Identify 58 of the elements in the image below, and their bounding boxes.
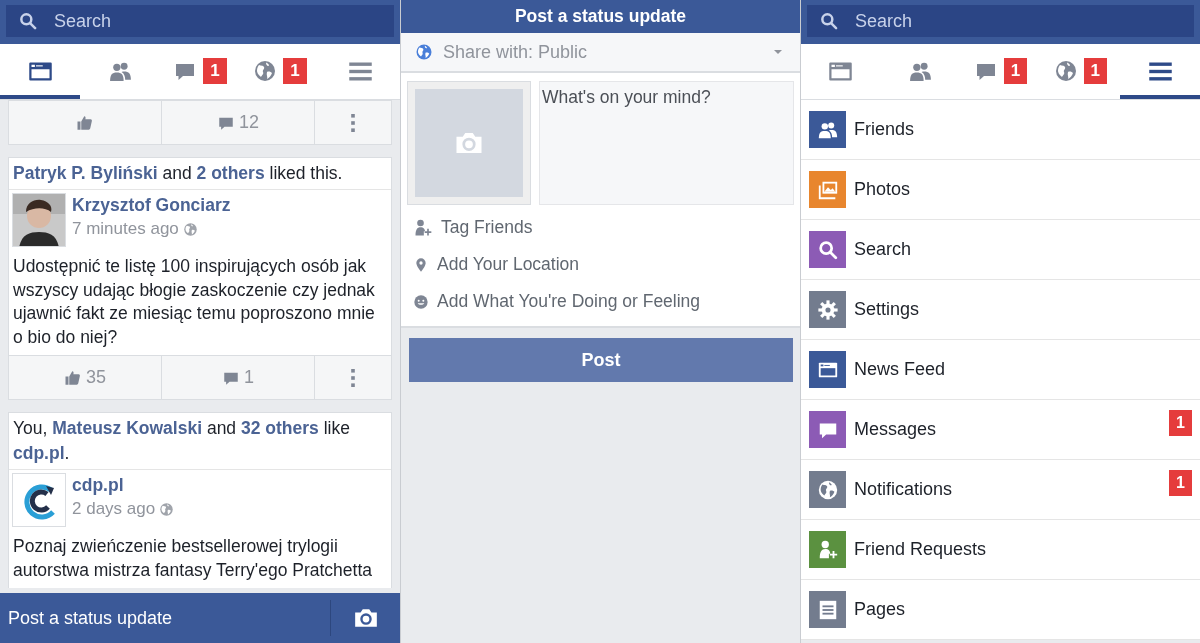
menu-item[interactable]: Pages [801, 580, 1200, 640]
menu-label: Notifications [854, 478, 954, 501]
menu-label: Search [854, 238, 913, 261]
count-badge: 1 [1169, 410, 1192, 436]
globe-icon [253, 59, 278, 83]
more-icon [351, 113, 355, 132]
menu-label: Photos [854, 178, 912, 201]
tab[interactable]: 1 [160, 44, 240, 99]
menu-label: Friends [854, 118, 916, 141]
feeling-button[interactable]: Add What You're Doing or Feeling [407, 283, 794, 320]
count-badge: 1 [1003, 58, 1028, 84]
search-field[interactable]: Search [807, 5, 1194, 37]
story-text: You, Mateusz Kowalski and 32 others like cdp.pl. [9, 413, 391, 470]
menu-label: Pages [854, 598, 907, 621]
tab[interactable]: 1 [960, 44, 1041, 99]
smiley-icon [413, 293, 429, 310]
menu-item[interactable]: Notifications 1 [801, 460, 1200, 520]
screen-title: Post a status update [401, 0, 800, 33]
thumbs-up-icon [76, 113, 94, 132]
tab[interactable]: 1 [240, 44, 320, 99]
globe-icon [415, 43, 433, 61]
menu-label: Settings [854, 298, 921, 321]
menu-item[interactable]: Search [801, 220, 1200, 280]
search-icon [18, 11, 38, 31]
search-field[interactable]: Search [6, 5, 394, 37]
location-button[interactable]: Add Your Location [407, 246, 794, 283]
menu-item[interactable]: Friends [801, 100, 1200, 160]
globe-icon [1053, 59, 1078, 83]
menu-label: Messages [854, 418, 938, 441]
menu-label: News Feed [854, 358, 947, 381]
globe-icon [182, 221, 198, 237]
tag-friends-button[interactable]: Tag Friends [407, 209, 794, 246]
menu-item[interactable]: Friend Requests [801, 520, 1200, 580]
count-badge: 1 [203, 58, 227, 84]
tab[interactable]: 1 [1040, 44, 1121, 99]
timestamp: 2 days ago [72, 498, 156, 520]
status-input[interactable]: What's on your mind? [539, 81, 794, 205]
post-text: Udostępnić te listę 100 inspirujących osób jak wszyscy udając błogie zaskoczenie czy jednak ujawnić fakt ze miesiąc temu poproszono mnie o bio do niej? [12, 255, 376, 349]
more-icon [351, 368, 355, 387]
post-button[interactable]: Post [409, 338, 793, 382]
author-link[interactable]: cdp.pl [72, 473, 175, 497]
count-badge: 1 [1083, 58, 1107, 84]
timestamp: 7 minutes ago [72, 218, 179, 240]
count-badge: 1 [1169, 470, 1192, 496]
menu-label: Friend Requests [854, 538, 988, 561]
count-badge: 1 [283, 58, 307, 84]
location-pin-icon [413, 256, 429, 273]
menu-item[interactable]: Settings [801, 280, 1200, 340]
post-text: Poznaj zwieńczenie bestsellerowej trylogii autorstwa mistrza fantasy Terry'ego Pratchetta [12, 535, 373, 582]
menu-item[interactable]: Photos [801, 160, 1200, 220]
author-link[interactable]: Krzysztof Gonciarz [72, 193, 231, 217]
globe-icon [159, 501, 175, 517]
menu-item[interactable]: News Feed [801, 340, 1200, 400]
menu-item[interactable]: Messages 1 [801, 400, 1200, 460]
story-text: Patryk P. Byliński and 2 others liked this. [9, 158, 391, 190]
search-icon [819, 11, 839, 31]
add-person-icon [413, 217, 433, 238]
thumbs-up-icon [64, 368, 82, 387]
